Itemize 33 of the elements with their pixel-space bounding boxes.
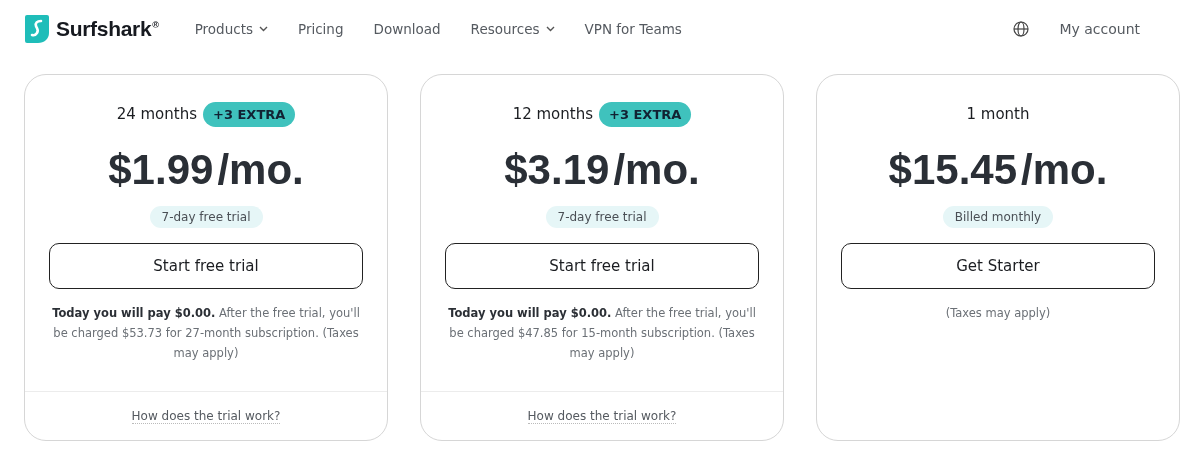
globe-icon[interactable] — [1013, 21, 1030, 37]
plan-term: 12 months — [512, 105, 593, 123]
price-unit: /mo. — [217, 146, 304, 194]
price-unit: /mo. — [1021, 146, 1108, 194]
nav-link[interactable]: Products — [194, 21, 268, 37]
plan-note: (Taxes may apply) — [944, 305, 1052, 322]
plan-tag: 7-day free trial — [545, 206, 659, 228]
nav-link[interactable]: Resources — [470, 21, 555, 37]
plan-term: 24 months — [116, 105, 197, 123]
trial-info-link[interactable]: How does the trial work? — [131, 408, 281, 424]
plan-button[interactable]: Start free trial — [49, 243, 363, 289]
plan-tag: Billed monthly — [942, 206, 1054, 228]
price-unit: /mo. — [613, 146, 700, 194]
plan-button[interactable]: Start free trial — [445, 243, 759, 289]
plan-price: $15.45 — [888, 146, 1018, 194]
plan-note: Today you will pay $0.00. After the free trial, you'll be charged $47.85 for 15-month subscription. (Taxes may apply) — [447, 305, 757, 362]
nav-link[interactable]: Download — [373, 21, 441, 37]
chevron-down-icon — [259, 26, 268, 32]
plan-price: $1.99 — [108, 146, 214, 194]
nav-link[interactable]: VPN for Teams — [584, 21, 682, 37]
extra-badge: +3 EXTRA — [203, 101, 296, 127]
plan-note: Today you will pay $0.00. After the free trial, you'll be charged $53.73 for 27-month subscription. (Taxes may apply) — [51, 305, 361, 362]
plan-term: 1 month — [966, 105, 1030, 123]
trial-info-link[interactable]: How does the trial work? — [527, 408, 677, 424]
plan-tag: 7-day free trial — [149, 206, 263, 228]
plan-button[interactable]: Get Starter — [841, 243, 1155, 289]
account-link[interactable]: My account — [1059, 21, 1140, 37]
extra-badge: +3 EXTRA — [599, 101, 692, 127]
nav-link[interactable]: Pricing — [298, 21, 344, 37]
chevron-down-icon — [545, 26, 555, 32]
logo-text[interactable]: Surfshark$^{®}$ — [56, 17, 159, 41]
logo-icon — [24, 14, 50, 44]
plan-price: $3.19 — [504, 146, 610, 194]
